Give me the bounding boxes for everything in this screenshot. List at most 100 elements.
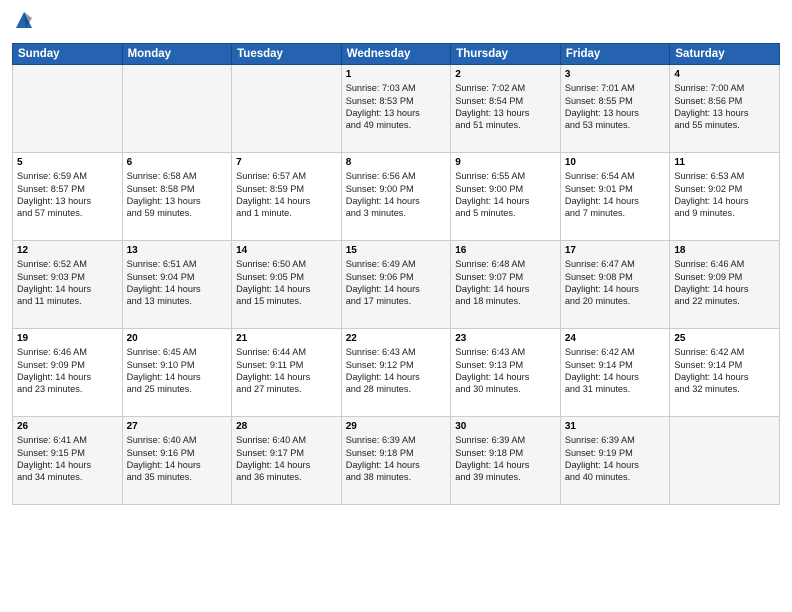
day-info-line: Sunrise: 6:45 AM <box>127 346 228 358</box>
day-info-line: Daylight: 14 hours <box>127 283 228 295</box>
calendar-cell: 6Sunrise: 6:58 AMSunset: 8:58 PMDaylight… <box>122 152 232 240</box>
calendar-cell: 19Sunrise: 6:46 AMSunset: 9:09 PMDayligh… <box>13 328 123 416</box>
day-info-line: Sunrise: 6:39 AM <box>565 434 666 446</box>
day-info-line: and 38 minutes. <box>346 471 447 483</box>
day-info-line: Daylight: 14 hours <box>346 283 447 295</box>
weekday-header-row: SundayMondayTuesdayWednesdayThursdayFrid… <box>13 43 780 64</box>
calendar-week-1: 1Sunrise: 7:03 AMSunset: 8:53 PMDaylight… <box>13 64 780 152</box>
day-info-line: Sunset: 8:59 PM <box>236 183 337 195</box>
calendar-cell: 7Sunrise: 6:57 AMSunset: 8:59 PMDaylight… <box>232 152 342 240</box>
day-number: 18 <box>674 244 775 258</box>
day-info-line: Daylight: 14 hours <box>455 371 556 383</box>
day-info-line: Sunrise: 6:53 AM <box>674 170 775 182</box>
day-info-line: Sunrise: 6:39 AM <box>346 434 447 446</box>
day-info-line: and 39 minutes. <box>455 471 556 483</box>
day-number: 11 <box>674 156 775 170</box>
day-info-line: Sunset: 8:53 PM <box>346 95 447 107</box>
calendar-cell <box>232 64 342 152</box>
calendar-cell: 29Sunrise: 6:39 AMSunset: 9:18 PMDayligh… <box>341 416 451 504</box>
day-info-line: Sunset: 9:17 PM <box>236 447 337 459</box>
day-info-line: Sunset: 8:57 PM <box>17 183 118 195</box>
day-info-line: Daylight: 13 hours <box>17 195 118 207</box>
day-info-line: Sunset: 9:12 PM <box>346 359 447 371</box>
day-info-line: Sunset: 9:18 PM <box>455 447 556 459</box>
day-info-line: and 57 minutes. <box>17 207 118 219</box>
day-info-line: Sunset: 9:03 PM <box>17 271 118 283</box>
logo <box>12 10 34 35</box>
calendar-cell: 15Sunrise: 6:49 AMSunset: 9:06 PMDayligh… <box>341 240 451 328</box>
day-info-line: Sunrise: 6:46 AM <box>17 346 118 358</box>
day-info-line: Sunset: 9:00 PM <box>455 183 556 195</box>
day-info-line: Sunset: 9:14 PM <box>565 359 666 371</box>
day-info-line: and 51 minutes. <box>455 119 556 131</box>
day-info-line: and 3 minutes. <box>346 207 447 219</box>
calendar-week-4: 19Sunrise: 6:46 AMSunset: 9:09 PMDayligh… <box>13 328 780 416</box>
day-number: 26 <box>17 420 118 434</box>
day-info-line: Sunset: 9:00 PM <box>346 183 447 195</box>
calendar-cell: 12Sunrise: 6:52 AMSunset: 9:03 PMDayligh… <box>13 240 123 328</box>
day-number: 27 <box>127 420 228 434</box>
day-number: 16 <box>455 244 556 258</box>
day-info-line: Sunrise: 6:41 AM <box>17 434 118 446</box>
day-info-line: Sunrise: 6:59 AM <box>17 170 118 182</box>
calendar-cell: 28Sunrise: 6:40 AMSunset: 9:17 PMDayligh… <box>232 416 342 504</box>
calendar-week-5: 26Sunrise: 6:41 AMSunset: 9:15 PMDayligh… <box>13 416 780 504</box>
calendar-cell: 1Sunrise: 7:03 AMSunset: 8:53 PMDaylight… <box>341 64 451 152</box>
day-number: 3 <box>565 68 666 82</box>
day-info-line: Daylight: 14 hours <box>565 283 666 295</box>
day-info-line: and 9 minutes. <box>674 207 775 219</box>
calendar-cell: 22Sunrise: 6:43 AMSunset: 9:12 PMDayligh… <box>341 328 451 416</box>
logo-icon <box>14 10 34 30</box>
day-info-line: and 30 minutes. <box>455 383 556 395</box>
day-info-line: Daylight: 14 hours <box>17 459 118 471</box>
calendar-cell: 2Sunrise: 7:02 AMSunset: 8:54 PMDaylight… <box>451 64 561 152</box>
day-number: 8 <box>346 156 447 170</box>
day-info-line: Sunset: 9:10 PM <box>127 359 228 371</box>
day-info-line: Sunset: 9:06 PM <box>346 271 447 283</box>
day-info-line: and 25 minutes. <box>127 383 228 395</box>
calendar-cell: 17Sunrise: 6:47 AMSunset: 9:08 PMDayligh… <box>560 240 670 328</box>
calendar-cell: 10Sunrise: 6:54 AMSunset: 9:01 PMDayligh… <box>560 152 670 240</box>
calendar-cell <box>670 416 780 504</box>
day-info-line: Sunrise: 6:42 AM <box>674 346 775 358</box>
day-number: 30 <box>455 420 556 434</box>
weekday-header-friday: Friday <box>560 43 670 64</box>
day-info-line: Sunrise: 6:50 AM <box>236 258 337 270</box>
calendar-cell: 14Sunrise: 6:50 AMSunset: 9:05 PMDayligh… <box>232 240 342 328</box>
calendar-week-2: 5Sunrise: 6:59 AMSunset: 8:57 PMDaylight… <box>13 152 780 240</box>
calendar-cell: 16Sunrise: 6:48 AMSunset: 9:07 PMDayligh… <box>451 240 561 328</box>
calendar-cell: 8Sunrise: 6:56 AMSunset: 9:00 PMDaylight… <box>341 152 451 240</box>
day-info-line: Sunrise: 6:42 AM <box>565 346 666 358</box>
day-info-line: Sunrise: 6:54 AM <box>565 170 666 182</box>
calendar-table: SundayMondayTuesdayWednesdayThursdayFrid… <box>12 43 780 505</box>
day-info-line: and 53 minutes. <box>565 119 666 131</box>
day-info-line: and 27 minutes. <box>236 383 337 395</box>
day-number: 31 <box>565 420 666 434</box>
day-info-line: Sunset: 9:19 PM <box>565 447 666 459</box>
calendar-cell: 25Sunrise: 6:42 AMSunset: 9:14 PMDayligh… <box>670 328 780 416</box>
page-header <box>12 10 780 35</box>
day-info-line: Sunset: 8:56 PM <box>674 95 775 107</box>
day-info-line: Sunset: 9:13 PM <box>455 359 556 371</box>
day-info-line: Sunset: 9:07 PM <box>455 271 556 283</box>
day-info-line: Sunrise: 6:57 AM <box>236 170 337 182</box>
calendar-cell: 11Sunrise: 6:53 AMSunset: 9:02 PMDayligh… <box>670 152 780 240</box>
day-info-line: and 5 minutes. <box>455 207 556 219</box>
day-info-line: Sunset: 9:05 PM <box>236 271 337 283</box>
day-info-line: Sunset: 9:09 PM <box>17 359 118 371</box>
day-number: 20 <box>127 332 228 346</box>
day-number: 23 <box>455 332 556 346</box>
day-info-line: Sunset: 9:01 PM <box>565 183 666 195</box>
day-info-line: Daylight: 14 hours <box>346 371 447 383</box>
day-info-line: and 1 minute. <box>236 207 337 219</box>
day-info-line: and 23 minutes. <box>17 383 118 395</box>
day-info-line: Sunrise: 6:47 AM <box>565 258 666 270</box>
day-info-line: Daylight: 13 hours <box>455 107 556 119</box>
day-info-line: Sunrise: 7:00 AM <box>674 82 775 94</box>
day-info-line: Sunset: 8:54 PM <box>455 95 556 107</box>
day-info-line: Sunrise: 6:44 AM <box>236 346 337 358</box>
day-info-line: and 15 minutes. <box>236 295 337 307</box>
calendar-cell: 18Sunrise: 6:46 AMSunset: 9:09 PMDayligh… <box>670 240 780 328</box>
day-info-line: Daylight: 13 hours <box>565 107 666 119</box>
calendar-cell: 23Sunrise: 6:43 AMSunset: 9:13 PMDayligh… <box>451 328 561 416</box>
